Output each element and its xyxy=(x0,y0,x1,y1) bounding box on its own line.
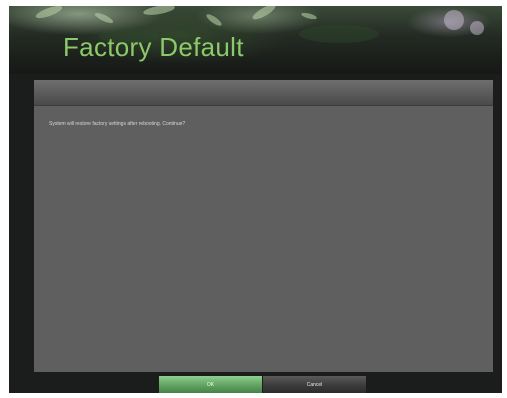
dialog-header-banner: Factory Default xyxy=(9,6,502,74)
factory-default-dialog: Factory Default System will restore fact… xyxy=(9,6,502,393)
confirmation-message: System will restore factory settings aft… xyxy=(49,121,186,127)
panel-header-bar xyxy=(34,80,493,106)
ok-button[interactable]: OK xyxy=(159,376,262,393)
message-panel: System will restore factory settings aft… xyxy=(34,80,493,372)
page-title: Factory Default xyxy=(63,32,244,62)
cancel-button[interactable]: Cancel xyxy=(263,376,366,393)
